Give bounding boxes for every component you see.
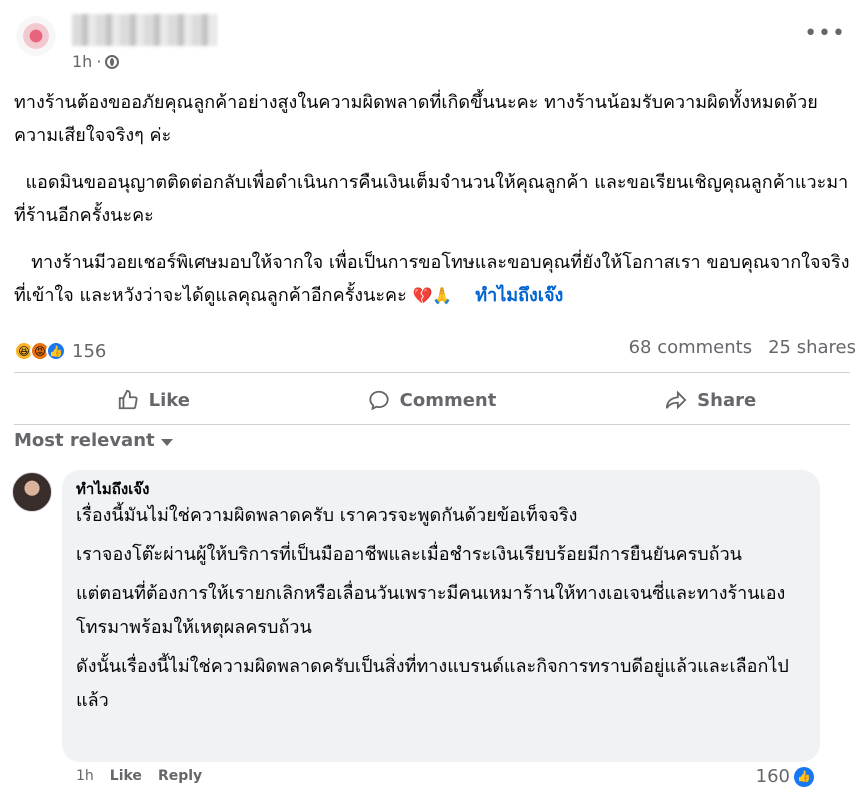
like-reaction-icon: 👍	[46, 341, 66, 361]
like-reaction-icon: 👍	[794, 766, 814, 787]
comment-reply-button[interactable]: Reply	[158, 768, 202, 784]
share-button[interactable]: Share	[571, 378, 850, 422]
comment-paragraph-3: แต่ตอนที่ต้องการให้เรายกเลิกหรือเลื่อนวั…	[76, 583, 786, 638]
divider	[14, 424, 850, 425]
globe-icon	[105, 54, 120, 69]
post-stats: 68 comments 25 shares	[629, 337, 856, 358]
commenter-avatar[interactable]	[12, 472, 52, 512]
post-paragraph-3: ทางร้านมีวอยเชอร์พิเศษมอบให้จากใจ เพื่อเ…	[14, 252, 850, 306]
page-avatar[interactable]	[16, 16, 56, 56]
share-arrow-icon	[665, 389, 687, 411]
shares-count[interactable]: 25 shares	[768, 337, 856, 358]
more-options-icon[interactable]: •••	[804, 23, 846, 45]
reaction-count[interactable]: 156	[72, 341, 106, 362]
post-header: 1h · •••	[0, 0, 864, 82]
like-button[interactable]: Like	[14, 378, 293, 422]
caret-down-icon	[160, 438, 173, 446]
comment-actions: 1h Like Reply	[76, 768, 202, 784]
reaction-summary[interactable]: 😆 😡 👍 156	[14, 338, 106, 364]
comment-sort-dropdown[interactable]: Most relevant	[14, 430, 173, 451]
page-name-blurred[interactable]	[72, 14, 217, 46]
comment-text: เรื่องนี้มันไม่ใช่ความผิดพลาดครับ เราควร…	[76, 499, 806, 718]
mention-link[interactable]: ทำไมถึงเจ๊ง	[475, 285, 563, 306]
emoji: 💔🙏	[412, 286, 453, 305]
comment-like-button[interactable]: Like	[110, 768, 142, 784]
comment-bubble: ทำไมถึงเจ๊ง เรื่องนี้มันไม่ใช่ความผิดพลา…	[62, 470, 820, 762]
comment-paragraph-2: เราจองโต๊ะผ่านผู้ให้บริการที่เป็นมืออาชี…	[76, 544, 742, 565]
post-paragraph-2: แอดมินขออนุญาตติดต่อกลับเพื่อดำเนินการคื…	[14, 172, 849, 226]
post-actions: Like Comment Share	[14, 378, 850, 422]
post-time[interactable]: 1h	[72, 52, 92, 71]
thumbs-up-icon	[117, 389, 139, 411]
post-paragraph-1: ทางร้านต้องขออภัยคุณลูกค้าอย่างสูงในความ…	[14, 92, 818, 146]
comment-paragraph-4: ดังนั้นเรื่องนี้ไม่ใช่ความผิดพลาดครับเป็…	[76, 656, 789, 711]
divider	[14, 372, 850, 373]
comment-author[interactable]: ทำไมถึงเจ๊ง	[76, 479, 806, 499]
comment-reaction-count[interactable]: 160 👍	[756, 766, 814, 787]
post-meta: 1h ·	[72, 52, 120, 71]
comment-bubble-icon	[368, 389, 390, 411]
post-text: ทางร้านต้องขออภัยคุณลูกค้าอย่างสูงในความ…	[14, 86, 860, 326]
comment-button[interactable]: Comment	[293, 378, 572, 422]
comment-paragraph-1: เรื่องนี้มันไม่ใช่ความผิดพลาดครับ เราควร…	[76, 505, 578, 526]
comments-count[interactable]: 68 comments	[629, 337, 753, 358]
comment-time[interactable]: 1h	[76, 768, 94, 784]
